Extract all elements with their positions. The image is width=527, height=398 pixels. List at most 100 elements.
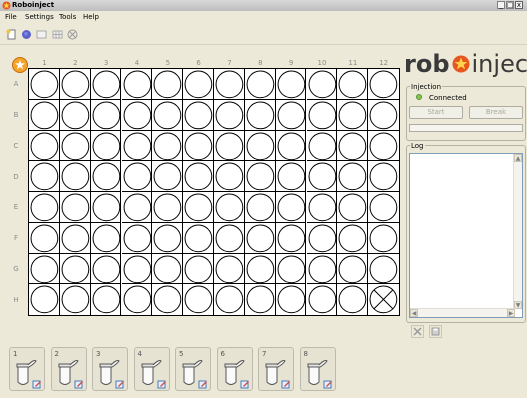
- well-E5[interactable]: [152, 192, 184, 223]
- well-B5[interactable]: [152, 99, 184, 131]
- well-F12[interactable]: [368, 223, 399, 254]
- well-A4[interactable]: [121, 69, 153, 100]
- well-D11[interactable]: [337, 161, 369, 192]
- well-B1[interactable]: [29, 99, 60, 131]
- menu-file[interactable]: File: [5, 13, 17, 22]
- well-B3[interactable]: [90, 99, 122, 131]
- well-D8[interactable]: [244, 161, 276, 192]
- well-F6[interactable]: [183, 222, 214, 254]
- well-A1[interactable]: [29, 69, 60, 100]
- well-B11[interactable]: [337, 99, 369, 131]
- well-G12[interactable]: [368, 254, 399, 285]
- well-F2[interactable]: [59, 222, 91, 254]
- well-G1[interactable]: [29, 253, 60, 285]
- well-G8[interactable]: [244, 253, 276, 285]
- well-C3[interactable]: [90, 130, 122, 162]
- plate-origin-star-icon[interactable]: [12, 57, 28, 73]
- well-C8[interactable]: [244, 130, 276, 162]
- well-A12[interactable]: [368, 69, 399, 100]
- well-G9[interactable]: [275, 253, 307, 285]
- edit-slot-icon[interactable]: [198, 379, 208, 391]
- well-D9[interactable]: [275, 161, 307, 192]
- cancel-icon[interactable]: [66, 28, 78, 40]
- well-E8[interactable]: [244, 192, 276, 223]
- well-F7[interactable]: [214, 222, 245, 254]
- well-E6[interactable]: [183, 192, 214, 223]
- well-E2[interactable]: [59, 192, 91, 223]
- well-E3[interactable]: [90, 192, 122, 223]
- well-C1[interactable]: [29, 130, 60, 162]
- well-E9[interactable]: [275, 192, 307, 223]
- well-H9[interactable]: [276, 284, 307, 315]
- well-F4[interactable]: [121, 222, 153, 254]
- menu-help[interactable]: Help: [83, 13, 99, 22]
- well-A8[interactable]: [244, 69, 276, 100]
- clear-log-icon[interactable]: [411, 325, 424, 338]
- menu-settings[interactable]: Settings: [25, 13, 54, 22]
- well-H10[interactable]: [307, 284, 338, 315]
- log-horizontal-scrollbar[interactable]: ◀ ▶: [410, 308, 515, 317]
- well-C6[interactable]: [183, 130, 214, 162]
- well-D4[interactable]: [121, 161, 153, 192]
- well-G2[interactable]: [59, 253, 91, 285]
- well-C11[interactable]: [337, 130, 369, 162]
- well-H6[interactable]: [183, 284, 214, 315]
- well-A5[interactable]: [152, 69, 184, 100]
- window-icon[interactable]: [35, 28, 47, 40]
- well-B8[interactable]: [244, 99, 276, 131]
- well-H11[interactable]: [337, 284, 369, 315]
- log-textbox[interactable]: ▲ ▼ ◀ ▶: [409, 153, 523, 318]
- well-F8[interactable]: [244, 222, 276, 254]
- reagent-slot[interactable]: 8: [299, 347, 336, 391]
- break-button[interactable]: Break: [469, 106, 523, 119]
- well-C4[interactable]: [121, 130, 153, 162]
- well-F1[interactable]: [29, 222, 60, 254]
- reagent-slot[interactable]: 4: [133, 347, 170, 391]
- well-D5[interactable]: [152, 161, 184, 192]
- reagent-slot[interactable]: 7: [258, 347, 294, 391]
- edit-slot-icon[interactable]: [323, 379, 333, 391]
- well-D3[interactable]: [90, 161, 122, 192]
- well-E10[interactable]: [306, 192, 338, 223]
- well-B7[interactable]: [214, 99, 245, 131]
- globe-icon[interactable]: [20, 28, 32, 40]
- well-G11[interactable]: [337, 253, 369, 285]
- well-B4[interactable]: [121, 99, 153, 131]
- well-A6[interactable]: [183, 69, 214, 100]
- well-F11[interactable]: [337, 222, 369, 254]
- well-E11[interactable]: [337, 192, 369, 223]
- log-vertical-scrollbar[interactable]: ▲ ▼: [513, 154, 522, 309]
- edit-slot-icon[interactable]: [157, 379, 167, 391]
- edit-slot-icon[interactable]: [240, 379, 250, 391]
- well-G3[interactable]: [90, 253, 122, 285]
- well-B2[interactable]: [59, 99, 91, 131]
- reagent-slot[interactable]: 1: [9, 347, 45, 391]
- well-C10[interactable]: [306, 130, 338, 162]
- edit-slot-icon[interactable]: [32, 379, 42, 391]
- save-log-icon[interactable]: [429, 325, 442, 338]
- well-E7[interactable]: [214, 192, 245, 223]
- scroll-down-icon[interactable]: ▼: [514, 301, 522, 309]
- well-G10[interactable]: [306, 253, 338, 285]
- well-C5[interactable]: [152, 130, 184, 162]
- well-A3[interactable]: [90, 69, 122, 100]
- menu-tools[interactable]: Tools: [59, 13, 76, 22]
- well-H8[interactable]: [245, 284, 276, 315]
- well-F10[interactable]: [306, 222, 338, 254]
- well-B9[interactable]: [275, 99, 307, 131]
- well-H4[interactable]: [122, 284, 153, 315]
- well-C2[interactable]: [59, 130, 91, 162]
- well-G4[interactable]: [121, 253, 153, 285]
- well-E4[interactable]: [121, 192, 153, 223]
- well-F5[interactable]: [152, 222, 184, 254]
- well-C9[interactable]: [275, 130, 307, 162]
- grid-icon[interactable]: [51, 28, 63, 40]
- reagent-slot[interactable]: 3: [92, 347, 128, 391]
- scroll-left-icon[interactable]: ◀: [410, 309, 418, 317]
- well-E12[interactable]: [368, 192, 399, 223]
- well-H5[interactable]: [152, 284, 184, 315]
- reagent-slot[interactable]: 5: [175, 347, 211, 391]
- well-B12[interactable]: [368, 100, 399, 131]
- well-H3[interactable]: [91, 284, 122, 315]
- maximize-button[interactable]: □: [506, 1, 514, 9]
